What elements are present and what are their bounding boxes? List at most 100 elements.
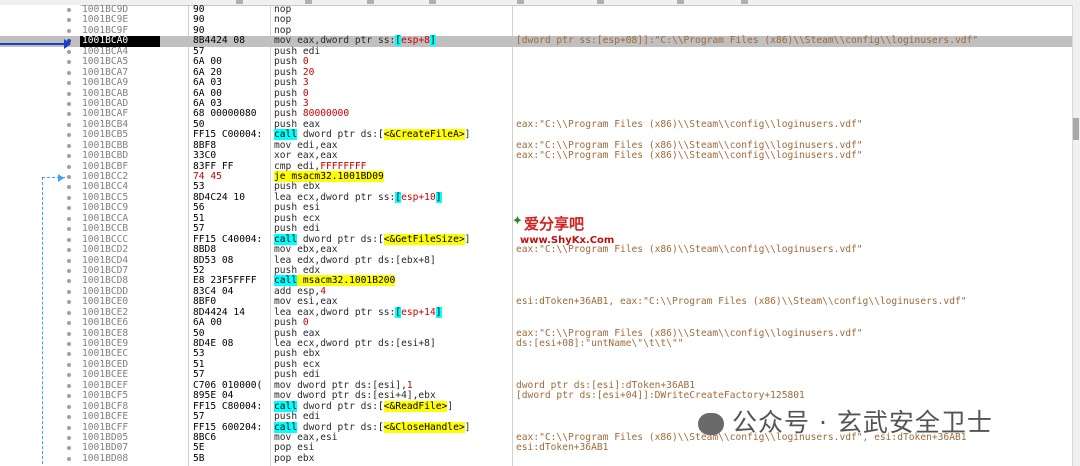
disasm-row[interactable]: 1001BCC5 8D4C24 10 lea ecx,dword ptr ss:[e… xyxy=(0,191,1080,203)
breakpoint-dot-icon[interactable] xyxy=(67,268,71,273)
breakpoint-dot-icon[interactable] xyxy=(67,60,71,65)
breakpoint-dot-icon[interactable] xyxy=(67,185,71,190)
breakpoint-dot-icon[interactable] xyxy=(67,91,71,96)
disasm-row[interactable]: 1001BCA5 6A 00 push 0 xyxy=(0,56,1080,67)
address-cell: 1001BCD2 xyxy=(82,244,129,256)
breakpoint-dot-icon[interactable] xyxy=(67,415,71,420)
breakpoint-dot-icon[interactable] xyxy=(67,342,71,346)
disasm-row[interactable]: 1001BD08 5B pop ebx xyxy=(0,453,1080,464)
disasm-row[interactable]: 1001BCAD 6A 03 push 3 xyxy=(0,98,1080,109)
breakpoint-dot-icon[interactable] xyxy=(67,143,71,148)
instruction-token: ] xyxy=(429,35,436,47)
breakpoint-dot-icon[interactable] xyxy=(67,425,71,430)
breakpoint-dot-icon[interactable] xyxy=(67,81,71,86)
breakpoint-dot-icon[interactable] xyxy=(67,237,71,242)
disasm-row[interactable]: 1001BCE9 8D4E 08 lea ecx,dword ptr ds:[esi… xyxy=(0,338,1080,349)
breakpoint-dot-icon[interactable] xyxy=(67,310,71,315)
instruction-token: dword ptr ds: xyxy=(297,233,378,245)
breakpoint-dot-icon[interactable] xyxy=(67,206,71,211)
instruction-token: mov dword ptr ds:[esi+4],ebx xyxy=(274,390,436,402)
breakpoint-dot-icon[interactable] xyxy=(67,112,71,117)
disasm-row[interactable]: 1001BCC2 74 45 je msacm32.1001BD09 xyxy=(0,171,1080,182)
comment-cell: ds:[esi+08]:"untName\"\t\t\"" xyxy=(516,338,684,349)
breakpoint-dot-icon[interactable] xyxy=(67,49,71,54)
disasm-row[interactable]: 1001BCE2 8D4424 14 lea eax,dword ptr ss:[e… xyxy=(0,306,1080,318)
breakpoint-dot-icon[interactable] xyxy=(67,175,71,179)
breakpoint-dot-icon[interactable] xyxy=(67,321,71,326)
breakpoint-dot-icon[interactable] xyxy=(67,394,71,399)
disasm-row[interactable]: 1001BCE6 6A 00 push 0 xyxy=(0,317,1080,329)
breakpoint-dot-icon[interactable] xyxy=(67,258,71,263)
instruction-token: dword ptr ds: xyxy=(297,421,378,433)
breakpoint-dot-icon[interactable] xyxy=(67,133,71,138)
instruction-token: nop xyxy=(274,4,292,15)
instruction-token: 3 xyxy=(302,77,309,89)
breakpoint-dot-icon[interactable] xyxy=(67,300,71,305)
disasm-row[interactable]: 1001BCEC 53 push ebx xyxy=(0,348,1080,360)
breakpoint-dot-icon[interactable] xyxy=(67,154,71,159)
breakpoint-dot-icon[interactable] xyxy=(67,362,71,367)
disasm-row[interactable]: 1001BCA0 8B4424 08 mov eax,dword ptr ss:[e… xyxy=(0,35,1080,47)
disasm-row[interactable]: 1001BCED 51 push ecx xyxy=(0,358,1080,370)
breakpoint-dot-icon[interactable] xyxy=(67,122,71,127)
instruction-token: push edi xyxy=(274,223,321,235)
disasm-row[interactable]: 1001BCAB 6A 00 push 0 xyxy=(0,88,1080,99)
breakpoint-dot-icon[interactable] xyxy=(67,383,71,388)
scrollbar-thumb[interactable] xyxy=(1073,118,1079,140)
disasm-row[interactable]: 1001BD07 5E pop esi esi:dToken+36AB1 xyxy=(0,442,1080,453)
instruction-token: lea ecx,dword ptr ds:[esi+8] xyxy=(274,338,436,349)
watermark-site-name: 爱分享吧 xyxy=(524,215,585,233)
breakpoint-dot-icon[interactable] xyxy=(67,289,71,294)
breakpoint-dot-icon[interactable] xyxy=(67,18,71,23)
breakpoint-dot-icon[interactable] xyxy=(67,279,71,284)
instruction-token: 0 xyxy=(302,317,309,329)
breakpoint-dot-icon[interactable] xyxy=(67,456,71,461)
disasm-row[interactable]: 1001BC9E 90 nop xyxy=(0,14,1080,25)
breakpoint-dot-icon[interactable] xyxy=(67,28,71,33)
disasm-row[interactable]: 1001BCA4 57 push edi xyxy=(0,46,1080,57)
vertical-scrollbar[interactable] xyxy=(1072,5,1080,466)
disasm-row[interactable]: 1001BCD8 E8 23F5FFFF call msacm32.1001B200 xyxy=(0,275,1080,287)
disasm-row[interactable]: 1001BCD4 8D53 08 lea edx,dword ptr ds:[ebx… xyxy=(0,255,1080,266)
breakpoint-dot-icon[interactable] xyxy=(67,164,71,169)
instruction-token: push xyxy=(274,108,303,120)
breakpoint-dot-icon[interactable] xyxy=(67,8,71,12)
disasm-row[interactable]: 1001BCA7 6A 20 push 20 xyxy=(0,66,1080,78)
toolbar-tick xyxy=(236,0,243,4)
instruction-token: [ xyxy=(377,129,384,141)
breakpoint-dot-icon[interactable] xyxy=(67,435,71,440)
disasm-row[interactable]: 1001BCBF 83FF FF cmp edi,FFFFFFFF xyxy=(0,161,1080,172)
breakpoint-dot-icon[interactable] xyxy=(67,446,71,451)
breakpoint-dot-icon[interactable] xyxy=(67,195,71,200)
disasm-row[interactable]: 1001BC9D 90 nop xyxy=(0,4,1080,15)
instruction-token: esp+14 xyxy=(401,306,436,318)
breakpoint-dot-icon[interactable] xyxy=(67,216,71,221)
instruction-token: lea eax,dword ptr ss: xyxy=(274,306,396,318)
bytes-cell: 57 xyxy=(193,411,205,423)
disasm-row[interactable]: 1001BCE0 8BF0 mov esi,eax esi:dToken+36AB1,… xyxy=(0,296,1080,307)
breakpoint-dot-icon[interactable] xyxy=(67,248,71,253)
disasm-row[interactable]: 1001BCB4 50 push eax eax:"C:\\Program Files… xyxy=(0,119,1080,130)
disasm-row[interactable]: 1001BCD7 52 push edx xyxy=(0,264,1080,276)
toolbar-tick xyxy=(517,0,524,4)
disasm-row[interactable]: 1001BCF5 895E 04 mov dword ptr ds:[esi+4],… xyxy=(0,390,1080,402)
breakpoint-dot-icon[interactable] xyxy=(67,404,71,409)
instruction-token: dword ptr ds: xyxy=(297,129,378,141)
breakpoint-dot-icon[interactable] xyxy=(67,227,71,232)
disasm-row[interactable]: 1001BCBD 33C0 xor eax,eax eax:"C:\\Program … xyxy=(0,150,1080,161)
breakpoint-dot-icon[interactable] xyxy=(67,101,71,106)
instruction-token: 20 xyxy=(302,66,315,78)
breakpoint-dot-icon[interactable] xyxy=(67,331,71,336)
instruction-token: push ecx xyxy=(274,358,321,370)
disasm-row[interactable]: 1001BCA9 6A 03 push 3 xyxy=(0,77,1080,89)
instruction-token: [ xyxy=(377,421,384,433)
instruction-token: push ebx xyxy=(274,348,321,360)
instruction-token: push edi xyxy=(274,411,321,423)
instruction-token: push edx xyxy=(274,264,321,276)
breakpoint-dot-icon[interactable] xyxy=(67,352,71,357)
breakpoint-dot-icon[interactable] xyxy=(67,373,71,378)
jump-arrow-icon xyxy=(58,174,64,182)
breakpoint-dot-icon[interactable] xyxy=(67,70,71,75)
disasm-row[interactable]: 1001BCC4 53 push ebx xyxy=(0,181,1080,192)
arrow-head-icon xyxy=(64,39,71,49)
